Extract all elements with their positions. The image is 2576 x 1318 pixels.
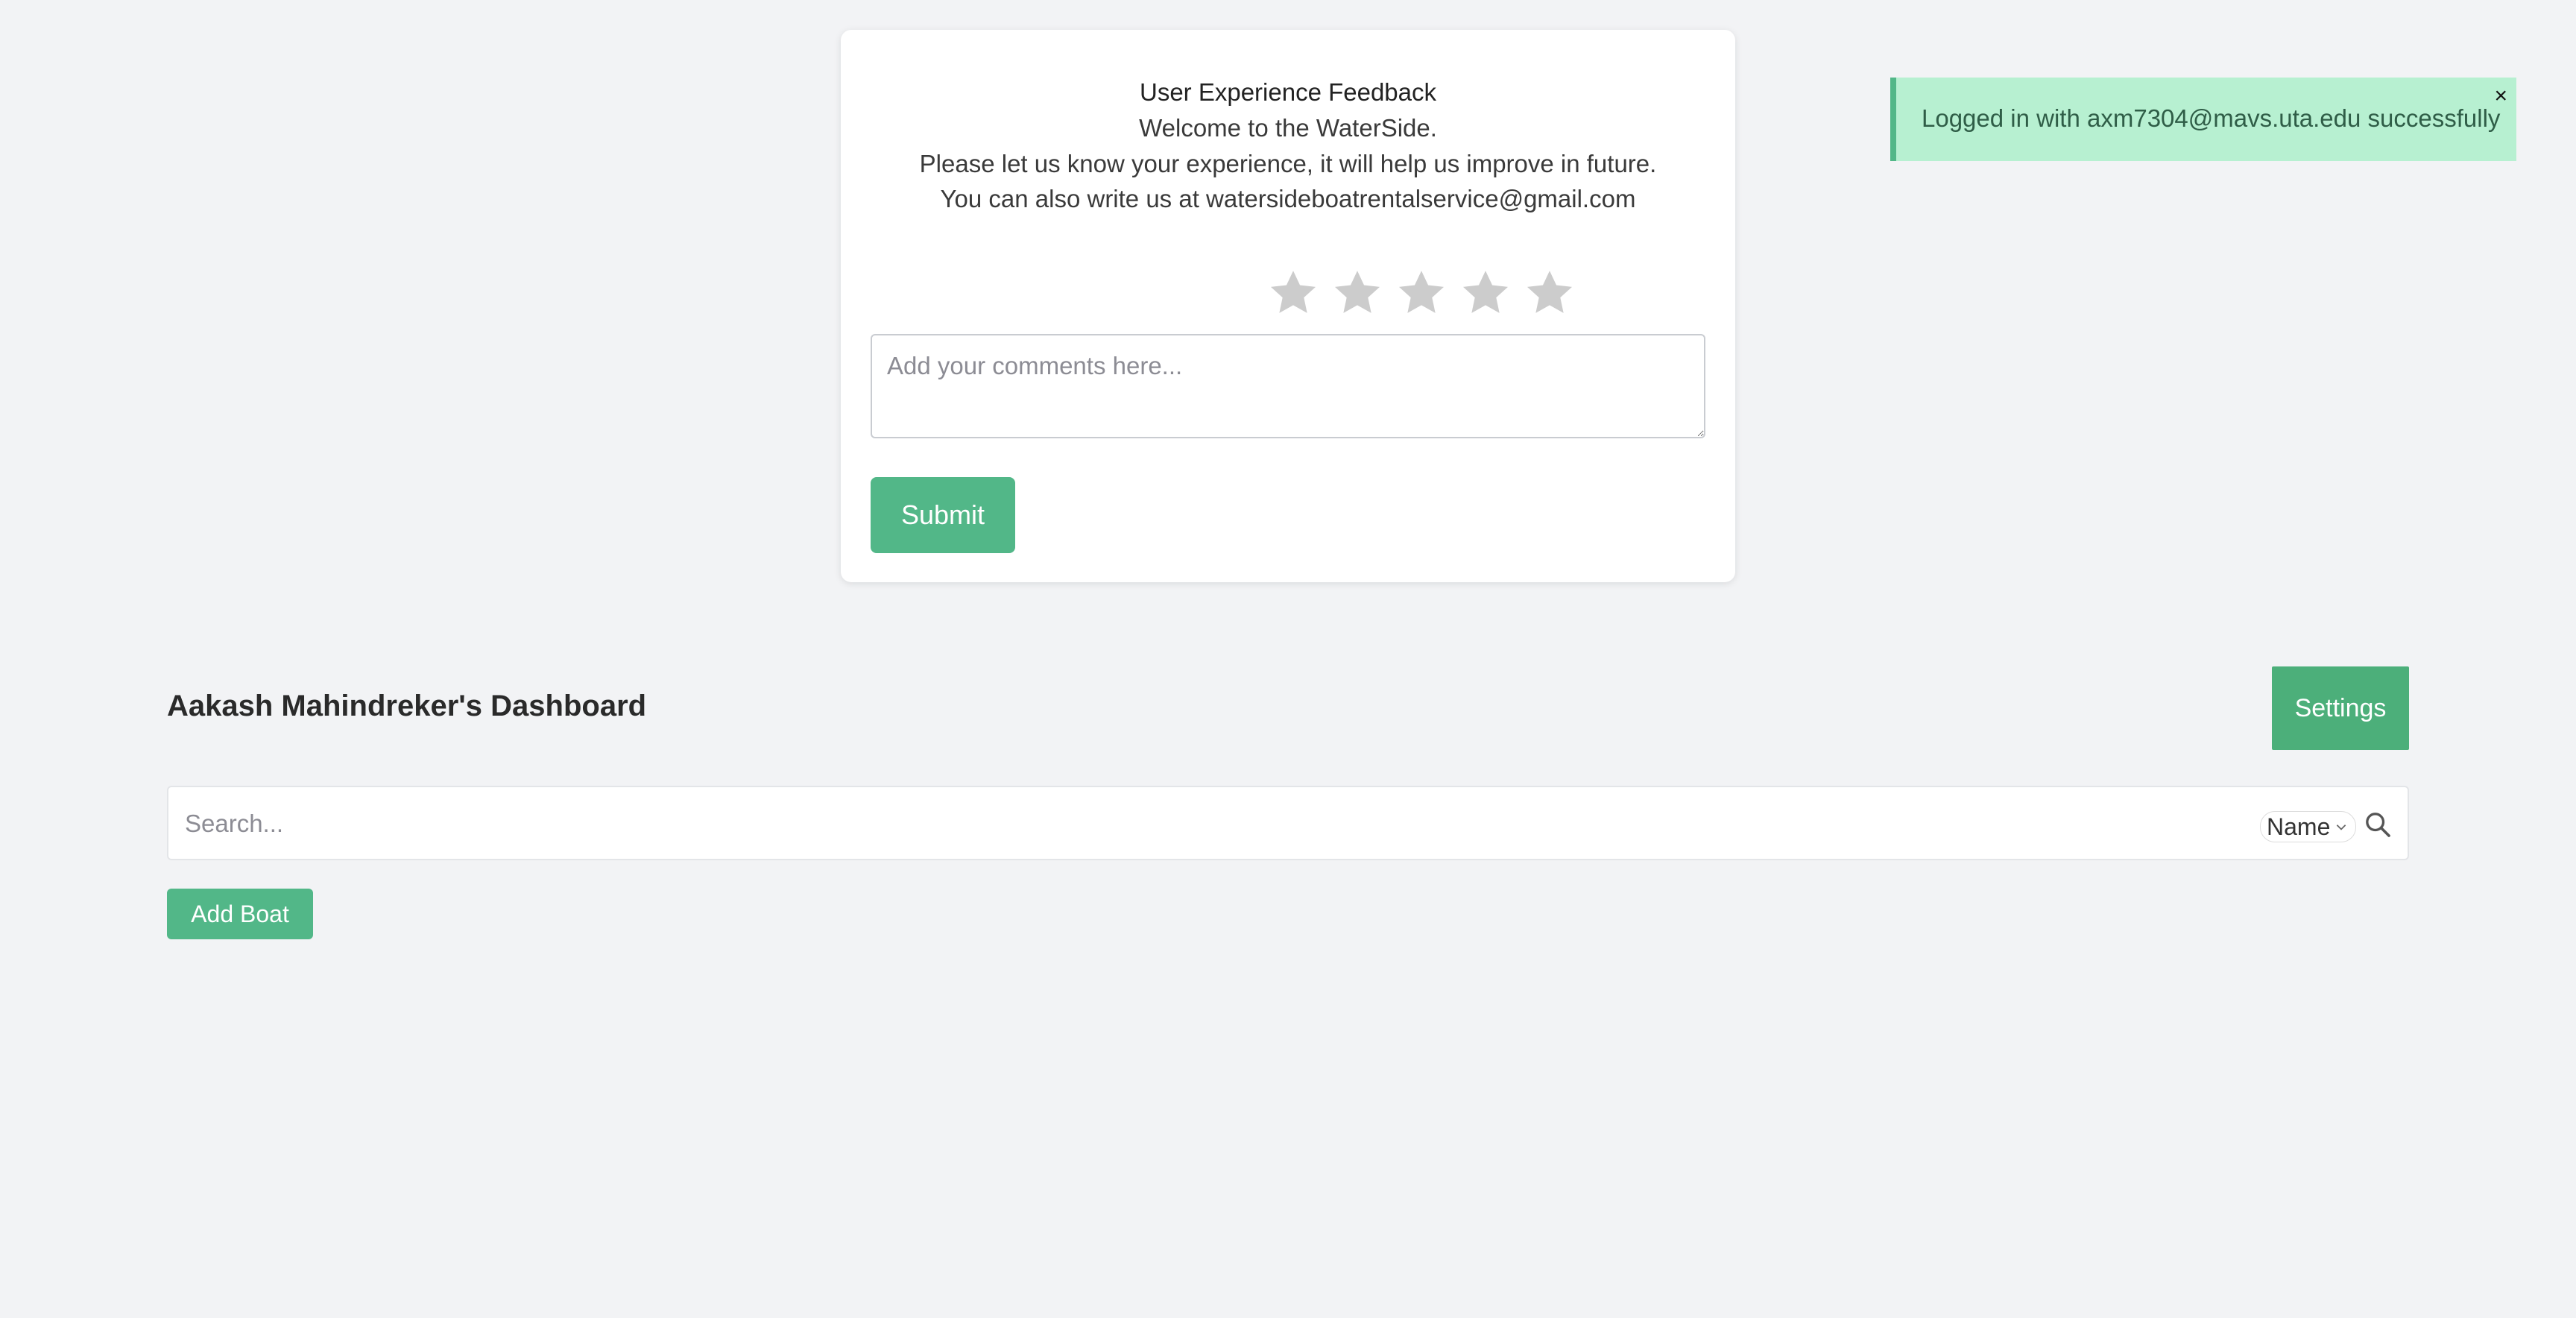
chevron-down-icon xyxy=(2334,820,2348,833)
settings-button[interactable]: Settings xyxy=(2272,666,2409,750)
feedback-request-text: Please let us know your experience, it w… xyxy=(919,150,1657,177)
feedback-welcome-text: Welcome to the WaterSide. xyxy=(1139,114,1437,142)
feedback-card: User Experience Feedback Welcome to the … xyxy=(841,30,1735,582)
toast-message: Logged in with axm7304@mavs.uta.edu succ… xyxy=(1922,104,2501,132)
feedback-title: User Experience Feedback xyxy=(1139,78,1437,106)
star-icon-4[interactable] xyxy=(1459,267,1512,319)
login-success-toast: Logged in with axm7304@mavs.uta.edu succ… xyxy=(1890,78,2516,161)
submit-button[interactable]: Submit xyxy=(871,477,1015,553)
feedback-contact-text: You can also write us at watersideboatre… xyxy=(940,185,1636,212)
star-icon-5[interactable] xyxy=(1524,267,1576,319)
star-icon-3[interactable] xyxy=(1395,267,1448,319)
star-icon-2[interactable] xyxy=(1331,267,1383,319)
sort-by-select[interactable]: Name xyxy=(2260,811,2357,842)
close-icon[interactable]: × xyxy=(2494,85,2507,107)
add-boat-button[interactable]: Add Boat xyxy=(167,889,313,939)
dashboard-title: Aakash Mahindreker's Dashboard xyxy=(167,690,647,722)
search-icon[interactable] xyxy=(2363,810,2393,839)
star-icon-1[interactable] xyxy=(1267,267,1319,319)
search-input[interactable] xyxy=(183,798,2124,850)
sort-by-value: Name xyxy=(2267,813,2331,840)
comments-textarea[interactable] xyxy=(871,334,1705,438)
search-bar: Name xyxy=(167,786,2409,860)
star-rating xyxy=(1267,267,1576,319)
